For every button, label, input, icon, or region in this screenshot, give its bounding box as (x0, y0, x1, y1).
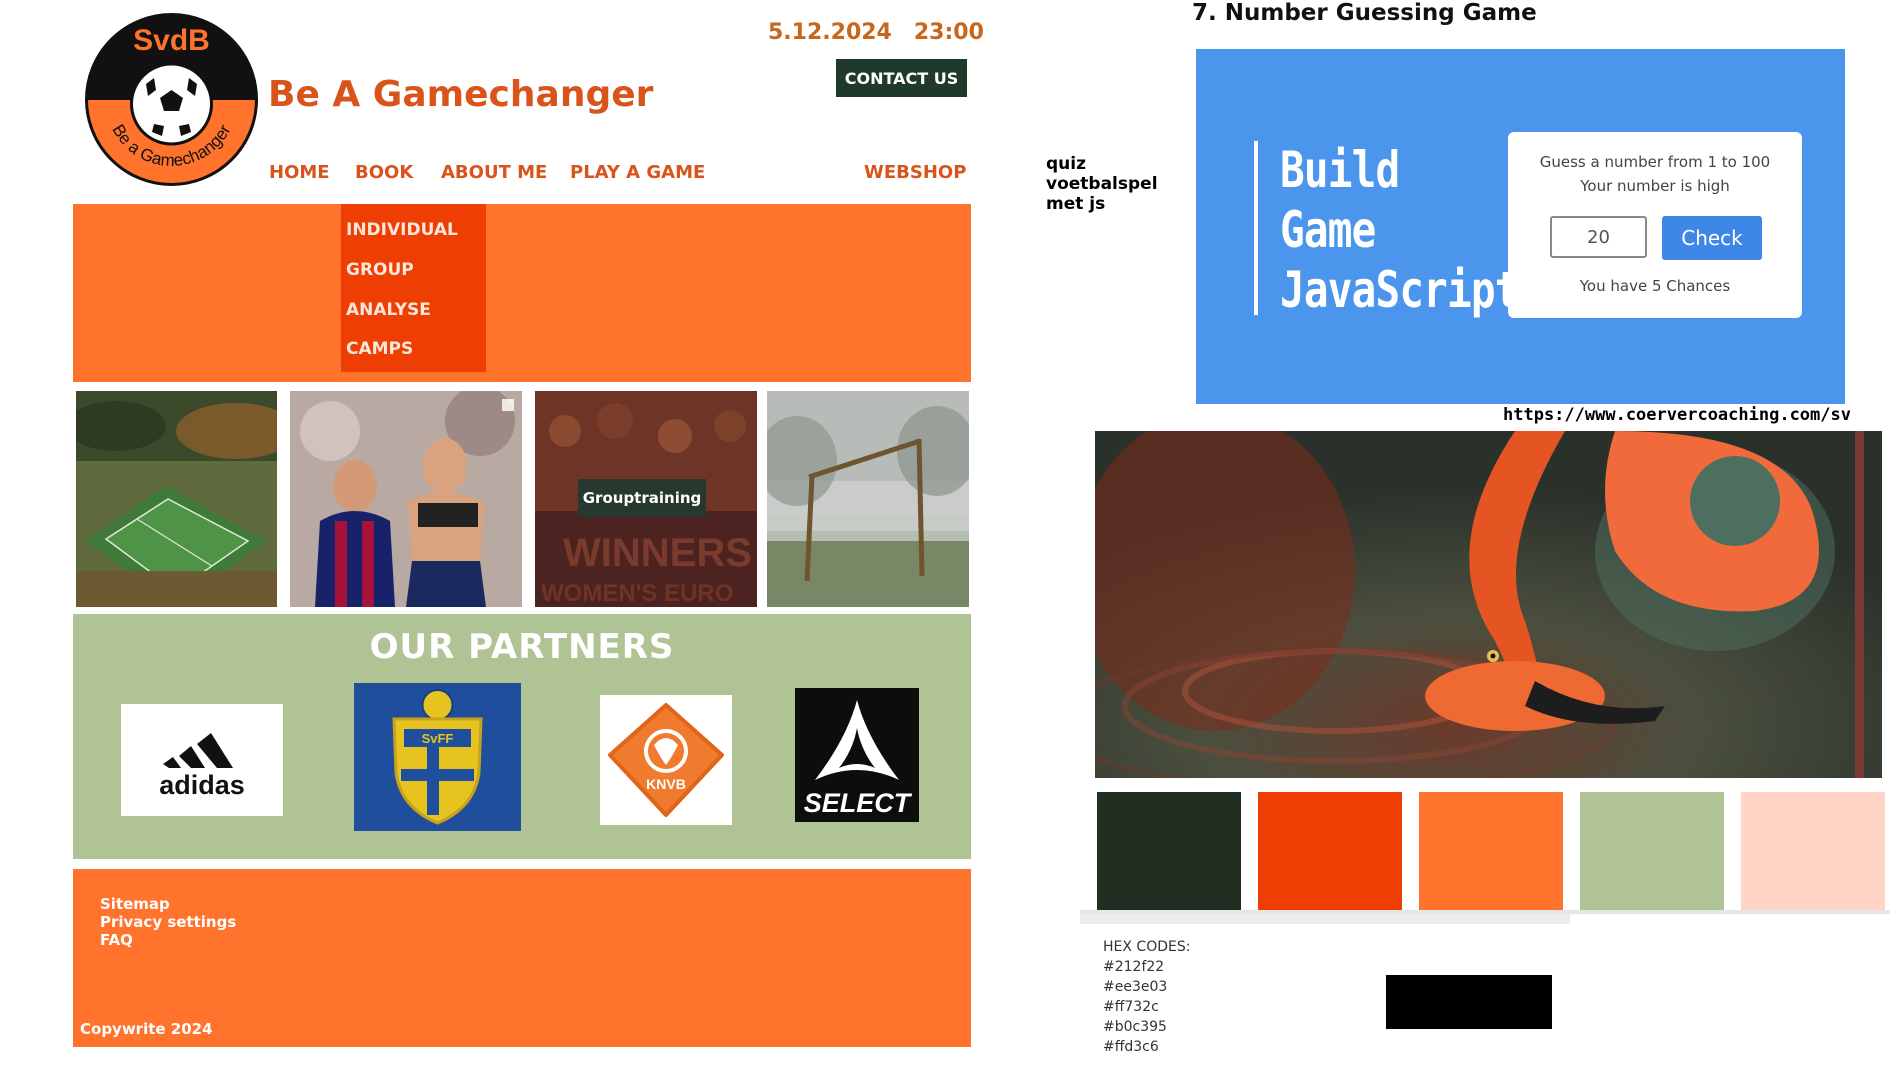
photo-players-celebrating[interactable] (290, 391, 522, 607)
svff-text: SvFF (422, 731, 454, 746)
partners-section: OUR PARTNERS adidas SvFF KNVB SELECT (73, 614, 971, 859)
swatch-pink (1741, 792, 1885, 910)
chances-text: You have 5 Chances (1579, 277, 1731, 295)
swatch-sage (1580, 792, 1724, 910)
hex-heading: HEX CODES: (1103, 939, 1191, 955)
logo-top-text: SvdB (133, 24, 210, 57)
footer-link-privacy-settings[interactable]: Privacy settings (100, 913, 236, 931)
hex-code: #ee3e03 (1103, 979, 1168, 995)
site-title: Be A Gamechanger (268, 74, 654, 115)
swatch-dark-green (1097, 792, 1241, 910)
photo-banner-winners: WINNERS (563, 531, 752, 575)
check-button[interactable]: Check (1662, 216, 1762, 260)
note-line: quiz (1046, 154, 1086, 174)
swatch-shelf-shadow (1080, 914, 1570, 924)
swatch-orange (1419, 792, 1563, 910)
game-heading: 7. Number Guessing Game (1192, 0, 1537, 26)
hex-code: #212f22 (1103, 959, 1165, 975)
svff-logo[interactable]: SvFF (354, 683, 521, 831)
dropdown-item-analyse[interactable]: ANALYSE (346, 300, 431, 320)
select-logo[interactable]: SELECT (795, 688, 919, 822)
partners-title: OUR PARTNERS (369, 627, 675, 667)
hero-band (73, 204, 971, 382)
nav-home[interactable]: HOME (269, 162, 330, 183)
select-wordmark: SELECT (804, 788, 913, 818)
hex-code: #ff732c (1103, 999, 1159, 1015)
hex-codes: HEX CODES: #212f22 #ee3e03 #ff732c #b0c3… (1103, 937, 1190, 1057)
guess-input[interactable]: 20 (1550, 216, 1647, 258)
dropdown-item-camps[interactable]: CAMPS (346, 339, 413, 359)
panel-word-javascript: JavaScript (1280, 261, 1519, 319)
card-feedback: Your number is high (1580, 177, 1730, 195)
note-line: met js (1046, 194, 1106, 214)
copyright-text: Copywrite 2024 (80, 1020, 213, 1038)
photo-misty-goal[interactable] (767, 391, 969, 607)
panel-word-game: Game (1280, 201, 1376, 259)
date-time: 5.12.2024 23:00 (768, 20, 984, 45)
nav-about-me[interactable]: ABOUT ME (441, 162, 547, 183)
game-card: Guess a number from 1 to 100 Your number… (1508, 132, 1802, 318)
dropdown-item-group[interactable]: GROUP (346, 260, 414, 280)
nav-play-a-game[interactable]: PLAY A GAME (570, 162, 705, 183)
panel-divider (1254, 141, 1258, 315)
adidas-wordmark: adidas (159, 770, 245, 800)
card-instruction: Guess a number from 1 to 100 (1539, 153, 1771, 171)
photo-group-training[interactable]: WINNERS WOMEN'S EURO Grouptraining (535, 391, 757, 607)
number-guessing-game-image: Build Game JavaScript Guess a number fro… (1196, 49, 1845, 404)
knvb-logo[interactable]: KNVB (600, 695, 732, 825)
note-line: voetbalspel (1046, 174, 1158, 194)
date-label: 5.12.2024 (768, 20, 892, 45)
hex-code: #b0c395 (1103, 1019, 1167, 1035)
reference-url[interactable]: https://www.coervercoaching.com/sv (1503, 405, 1851, 425)
footer-link-sitemap[interactable]: Sitemap (100, 895, 170, 913)
logo[interactable]: SvdB Be a Gamechanger (84, 12, 259, 187)
nav-webshop[interactable]: WEBSHOP (864, 162, 966, 183)
swatch-red-orange (1258, 792, 1402, 910)
panel-word-build: Build (1280, 141, 1400, 199)
contact-us-button[interactable]: CONTACT US (836, 59, 967, 97)
nav-book[interactable]: BOOK (355, 162, 413, 183)
knvb-text: KNVB (646, 776, 686, 792)
hex-code: #ffd3c6 (1103, 1039, 1159, 1055)
time-label: 23:00 (913, 20, 984, 45)
flamingo-photo (1095, 431, 1882, 778)
grouptraining-label[interactable]: Grouptraining (578, 479, 706, 517)
footer-link-faq[interactable]: FAQ (100, 931, 133, 949)
book-dropdown-menu: INDIVIDUAL GROUP ANALYSE CAMPS (341, 204, 486, 372)
footer: Sitemap Privacy settings FAQ Copywrite 2… (73, 869, 971, 1047)
dropdown-item-individual[interactable]: INDIVIDUAL (346, 220, 458, 240)
photo-banner-womens-euro: WOMEN'S EURO (541, 580, 733, 607)
photo-aerial-pitch[interactable] (76, 391, 277, 607)
adidas-logo[interactable]: adidas (121, 704, 283, 816)
black-block (1386, 975, 1552, 1029)
notes: quiz voetbalspel met js (1046, 154, 1158, 214)
